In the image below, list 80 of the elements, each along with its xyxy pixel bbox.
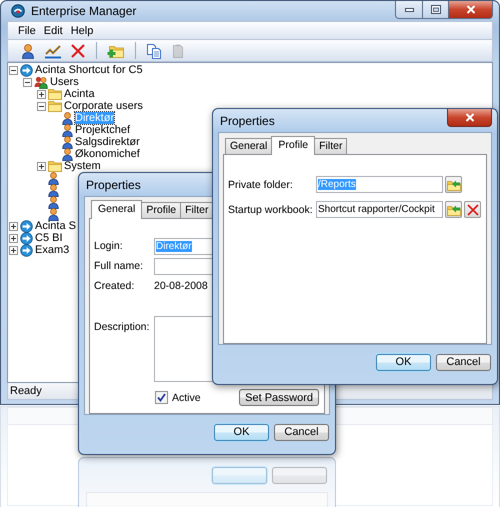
delete-icon[interactable] bbox=[70, 42, 86, 58]
person-icon bbox=[48, 208, 59, 220]
folder-arrow-icon bbox=[446, 204, 460, 216]
tree-item[interactable]: Salgsdirektør bbox=[75, 136, 140, 148]
arrow-circle-icon bbox=[20, 220, 33, 232]
field-label: Login: bbox=[94, 240, 124, 252]
folder-icon bbox=[48, 160, 62, 172]
collapse-icon[interactable] bbox=[23, 78, 32, 86]
tree-item[interactable]: Projektchef bbox=[75, 124, 130, 136]
input-field[interactable]: Shortcut rapporter/Cockpit bbox=[316, 201, 443, 218]
collapse-icon[interactable] bbox=[37, 102, 46, 110]
field-label: Full name: bbox=[94, 260, 144, 272]
expand-icon[interactable] bbox=[9, 234, 18, 242]
folder-icon bbox=[48, 88, 62, 100]
tab[interactable]: Profile bbox=[271, 136, 316, 155]
maximize-button[interactable] bbox=[423, 1, 449, 19]
menu-item[interactable]: Help bbox=[70, 24, 94, 36]
tab[interactable]: Filter bbox=[314, 138, 348, 154]
field-value: 20-08-2008 bbox=[154, 280, 208, 292]
tree-item[interactable]: System bbox=[64, 160, 101, 172]
person-icon bbox=[62, 136, 73, 148]
expand-icon[interactable] bbox=[37, 90, 46, 98]
tree-item[interactable]: C5 BI bbox=[35, 232, 63, 244]
clear-button[interactable] bbox=[464, 201, 481, 218]
field-label: Private folder: bbox=[228, 178, 294, 190]
app-logo-icon bbox=[11, 4, 25, 18]
status-text: Ready bbox=[10, 385, 42, 397]
maximize-icon bbox=[430, 5, 440, 14]
person-icon bbox=[62, 148, 73, 160]
close-button[interactable] bbox=[447, 109, 492, 127]
tab[interactable]: Filter bbox=[180, 202, 214, 218]
browse-button[interactable] bbox=[445, 176, 462, 193]
person-icon[interactable] bbox=[20, 42, 36, 58]
collapse-icon[interactable] bbox=[9, 66, 18, 74]
arrow-circle-icon bbox=[20, 244, 33, 256]
tree-item[interactable]: Acinta bbox=[64, 88, 95, 100]
arrow-circle-icon bbox=[20, 232, 33, 244]
ok-button[interactable]: OK bbox=[376, 354, 431, 370]
folder-icon bbox=[48, 100, 62, 112]
expand-icon[interactable] bbox=[9, 246, 18, 254]
expand-icon[interactable] bbox=[37, 162, 46, 170]
tree-item[interactable]: Exam3 bbox=[35, 244, 70, 256]
folder-arrow-icon bbox=[446, 178, 460, 190]
delete-icon bbox=[466, 204, 478, 216]
close-icon bbox=[464, 113, 474, 122]
window-title: Enterprise Manager bbox=[31, 4, 136, 18]
checkbox[interactable] bbox=[155, 391, 168, 404]
close-icon bbox=[466, 5, 476, 14]
copy-icon[interactable] bbox=[146, 42, 162, 58]
people-icon bbox=[34, 76, 48, 88]
tab[interactable]: General bbox=[225, 138, 272, 154]
person-icon bbox=[62, 112, 73, 124]
field-label: Description: bbox=[94, 320, 150, 333]
checkbox-label: Active bbox=[172, 392, 201, 404]
person-icon bbox=[62, 124, 73, 136]
menu-item[interactable]: File bbox=[18, 24, 36, 36]
minimize-button[interactable] bbox=[395, 1, 423, 19]
tree-item[interactable]: Users bbox=[50, 76, 79, 88]
cancel-button[interactable]: Cancel bbox=[274, 424, 329, 440]
expand-icon[interactable] bbox=[9, 222, 18, 230]
tab[interactable]: General bbox=[91, 200, 142, 219]
field-label: Created: bbox=[94, 280, 136, 292]
browse-button[interactable] bbox=[445, 201, 462, 218]
cancel-button[interactable]: Cancel bbox=[436, 354, 491, 370]
person-icon bbox=[48, 184, 59, 196]
tab[interactable]: Profile bbox=[141, 202, 182, 218]
dialog-title: Properties bbox=[86, 178, 141, 192]
tree-item[interactable]: Acinta Shortcut for C5 bbox=[35, 64, 143, 76]
person-icon bbox=[48, 172, 59, 184]
ok-button[interactable]: OK bbox=[214, 424, 269, 440]
field-label: Startup workbook: bbox=[228, 204, 314, 216]
minimize-icon bbox=[404, 8, 414, 12]
set-password-button[interactable]: Set Password bbox=[239, 389, 319, 406]
tree-item[interactable]: Corporate users bbox=[64, 100, 143, 112]
dialog-title: Properties bbox=[220, 114, 275, 128]
tree-item[interactable]: Acinta S bbox=[35, 220, 76, 232]
close-button[interactable] bbox=[449, 1, 493, 19]
tree-item[interactable]: Økonomichef bbox=[75, 148, 140, 160]
person-icon bbox=[48, 196, 59, 208]
menu-item[interactable]: Edit bbox=[44, 24, 63, 36]
